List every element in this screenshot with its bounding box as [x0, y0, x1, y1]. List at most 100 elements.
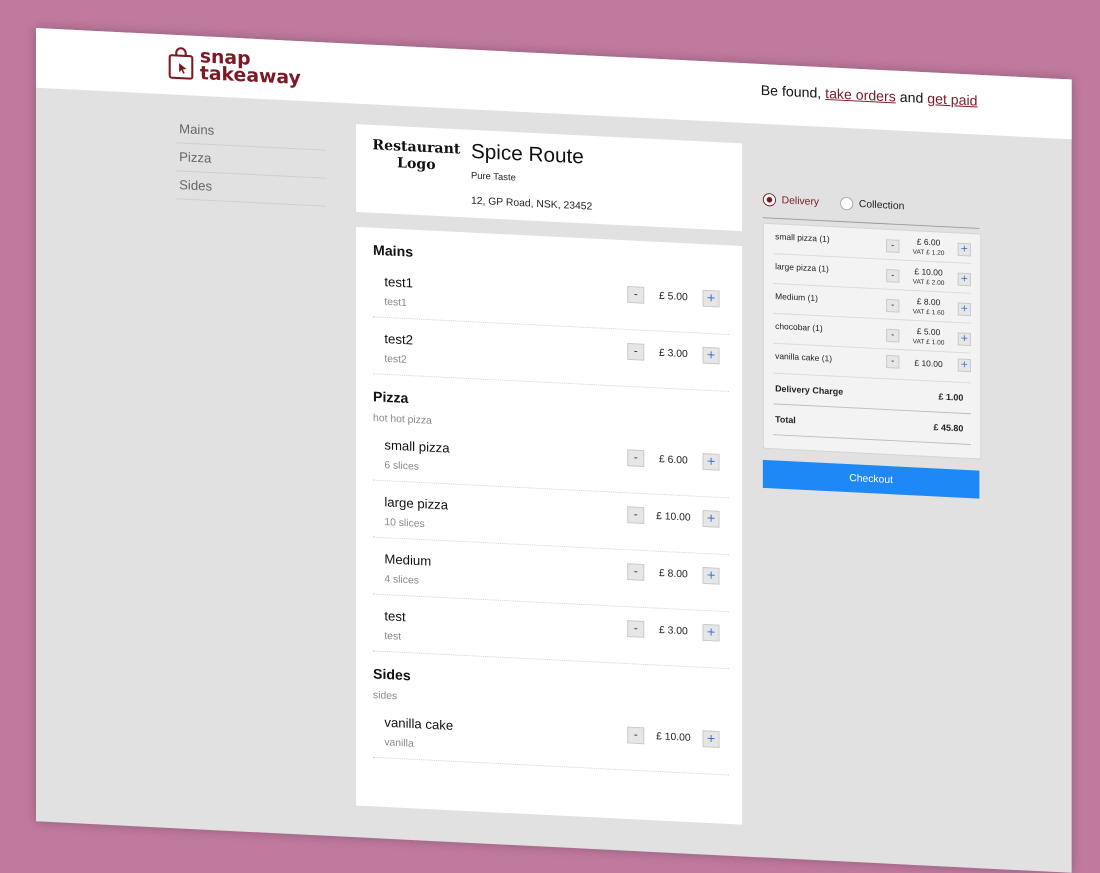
collection-label: Collection: [858, 198, 905, 213]
increase-button[interactable]: +: [702, 730, 720, 748]
item-description: vanilla: [384, 736, 414, 750]
item-description: 4 slices: [384, 573, 419, 587]
collection-option[interactable]: Collection: [840, 196, 905, 213]
increase-button[interactable]: +: [702, 346, 720, 365]
header-tagline: Be found, take orders and get paid: [761, 83, 978, 110]
item-price: £ 3.00: [658, 624, 688, 638]
basket-item-name: large pizza (1): [775, 261, 829, 274]
item-name: test1: [384, 273, 413, 291]
restaurant-card: Restaurant Logo Spice Route Pure Taste 1…: [356, 124, 743, 232]
quantity-control: - £ 10.00 +: [627, 726, 720, 748]
menu-card: Mains test1 test1 - £ 5.00 + test2 test2…: [356, 226, 743, 825]
basket-item-price: £ 5.00 VAT £ 1.00: [899, 326, 957, 349]
quantity-control: - £ 6.00 +: [627, 449, 720, 471]
item-name: vanilla cake: [384, 714, 454, 733]
app-window: snap takeaway Be found, take orders and …: [36, 28, 1072, 873]
restaurant-address: 12, GP Road, NSK, 23452: [470, 195, 593, 213]
restaurant-tagline: Pure Taste: [470, 170, 516, 184]
increase-button[interactable]: +: [702, 510, 720, 528]
basket-quantity-control: - £ 10.00 +: [886, 354, 971, 373]
delivery-option[interactable]: Delivery: [762, 192, 819, 209]
basket-vat-value: VAT £ 1.20: [912, 248, 945, 258]
basket-quantity-control: - £ 6.00 VAT £ 1.20 +: [886, 235, 971, 260]
decrease-button[interactable]: -: [627, 449, 645, 468]
item-description: test1: [384, 296, 407, 309]
basket-vat-value: VAT £ 1.00: [912, 338, 945, 347]
basket-vat-value: VAT £ 1.60: [912, 308, 945, 317]
item-price: £ 5.00: [658, 290, 688, 304]
item-name: large pizza: [384, 494, 449, 513]
item-price: £ 10.00: [656, 730, 691, 744]
decrease-button[interactable]: -: [886, 269, 900, 283]
increase-button[interactable]: +: [957, 272, 971, 287]
item-price: £ 6.00: [658, 453, 688, 467]
brand-logo[interactable]: snap takeaway: [168, 45, 301, 89]
basket-item-price: £ 10.00 VAT £ 2.00: [899, 266, 957, 289]
decrease-button[interactable]: -: [627, 286, 645, 304]
quantity-control: - £ 8.00 +: [627, 563, 720, 585]
total-label: Total: [775, 414, 796, 427]
decrease-button[interactable]: -: [886, 354, 900, 369]
decrease-button[interactable]: -: [886, 239, 900, 253]
basket-panel: small pizza (1) - £ 6.00 VAT £ 1.20 + la…: [762, 222, 982, 460]
increase-button[interactable]: +: [702, 453, 720, 471]
item-description: 6 slices: [384, 459, 419, 473]
increase-button[interactable]: +: [702, 289, 720, 308]
basket-item-name: chocobar (1): [775, 321, 823, 334]
basket-item-name: small pizza (1): [775, 231, 830, 244]
decrease-button[interactable]: -: [627, 342, 645, 361]
basket-item-price: £ 6.00 VAT £ 1.20: [899, 236, 957, 259]
restaurant-logo: Restaurant Logo: [372, 136, 461, 173]
delivery-charge-value: £ 1.00: [938, 392, 964, 404]
delivery-charge-label: Delivery Charge: [775, 383, 844, 398]
tagline-prefix: Be found,: [760, 82, 826, 102]
quantity-control: - £ 3.00 +: [627, 620, 720, 642]
category-sidebar: Mains Pizza Sides: [175, 115, 326, 207]
take-orders-link[interactable]: take orders: [825, 86, 896, 105]
checkout-button[interactable]: Checkout: [762, 459, 980, 499]
item-price: £ 8.00: [658, 567, 688, 581]
shopping-bag-icon: [168, 47, 194, 80]
item-price: £ 10.00: [656, 510, 691, 524]
quantity-control: - £ 5.00 +: [627, 286, 720, 308]
item-description: 10 slices: [384, 516, 425, 530]
item-name: small pizza: [384, 437, 450, 456]
increase-button[interactable]: +: [957, 302, 971, 317]
item-price: £ 3.00: [658, 347, 688, 360]
decrease-button[interactable]: -: [627, 563, 645, 581]
decrease-button[interactable]: -: [627, 726, 645, 745]
decrease-button[interactable]: -: [627, 506, 645, 524]
total-value: £ 45.80: [933, 422, 964, 435]
item-name: test2: [384, 330, 413, 348]
increase-button[interactable]: +: [702, 566, 720, 585]
brand-name-line2: takeaway: [199, 61, 301, 89]
basket-vat-value: VAT £ 2.00: [912, 278, 945, 287]
basket-quantity-control: - £ 8.00 VAT £ 1.60 +: [886, 295, 971, 320]
quantity-control: - £ 3.00 +: [627, 342, 720, 365]
item-description: test: [384, 630, 402, 643]
order-type-tabs: Delivery Collection: [762, 189, 980, 229]
basket-quantity-control: - £ 10.00 VAT £ 2.00 +: [886, 265, 971, 290]
basket-quantity-control: - £ 5.00 VAT £ 1.00 +: [886, 325, 971, 350]
basket-item-name: vanilla cake (1): [775, 351, 833, 364]
quantity-control: - £ 10.00 +: [627, 506, 720, 528]
increase-button[interactable]: +: [957, 242, 971, 257]
increase-button[interactable]: +: [702, 623, 720, 642]
decrease-button[interactable]: -: [886, 298, 900, 313]
restaurant-name: Spice Route: [470, 139, 584, 169]
radio-selected-icon[interactable]: [762, 192, 777, 207]
basket-item-name: Medium (1): [775, 291, 818, 303]
radio-unselected-icon[interactable]: [840, 196, 854, 211]
increase-button[interactable]: +: [957, 332, 971, 347]
decrease-button[interactable]: -: [627, 620, 645, 638]
item-name: test: [384, 608, 406, 625]
basket-item-price: £ 10.00: [899, 357, 957, 370]
decrease-button[interactable]: -: [886, 328, 900, 343]
increase-button[interactable]: +: [957, 358, 971, 373]
basket-price-value: £ 10.00: [914, 357, 943, 369]
item-name: Medium: [384, 551, 432, 569]
get-paid-link[interactable]: get paid: [927, 91, 977, 109]
brand-name: snap takeaway: [199, 45, 301, 89]
basket-item-price: £ 8.00 VAT £ 1.60: [899, 296, 957, 319]
tagline-middle: and: [895, 89, 928, 107]
